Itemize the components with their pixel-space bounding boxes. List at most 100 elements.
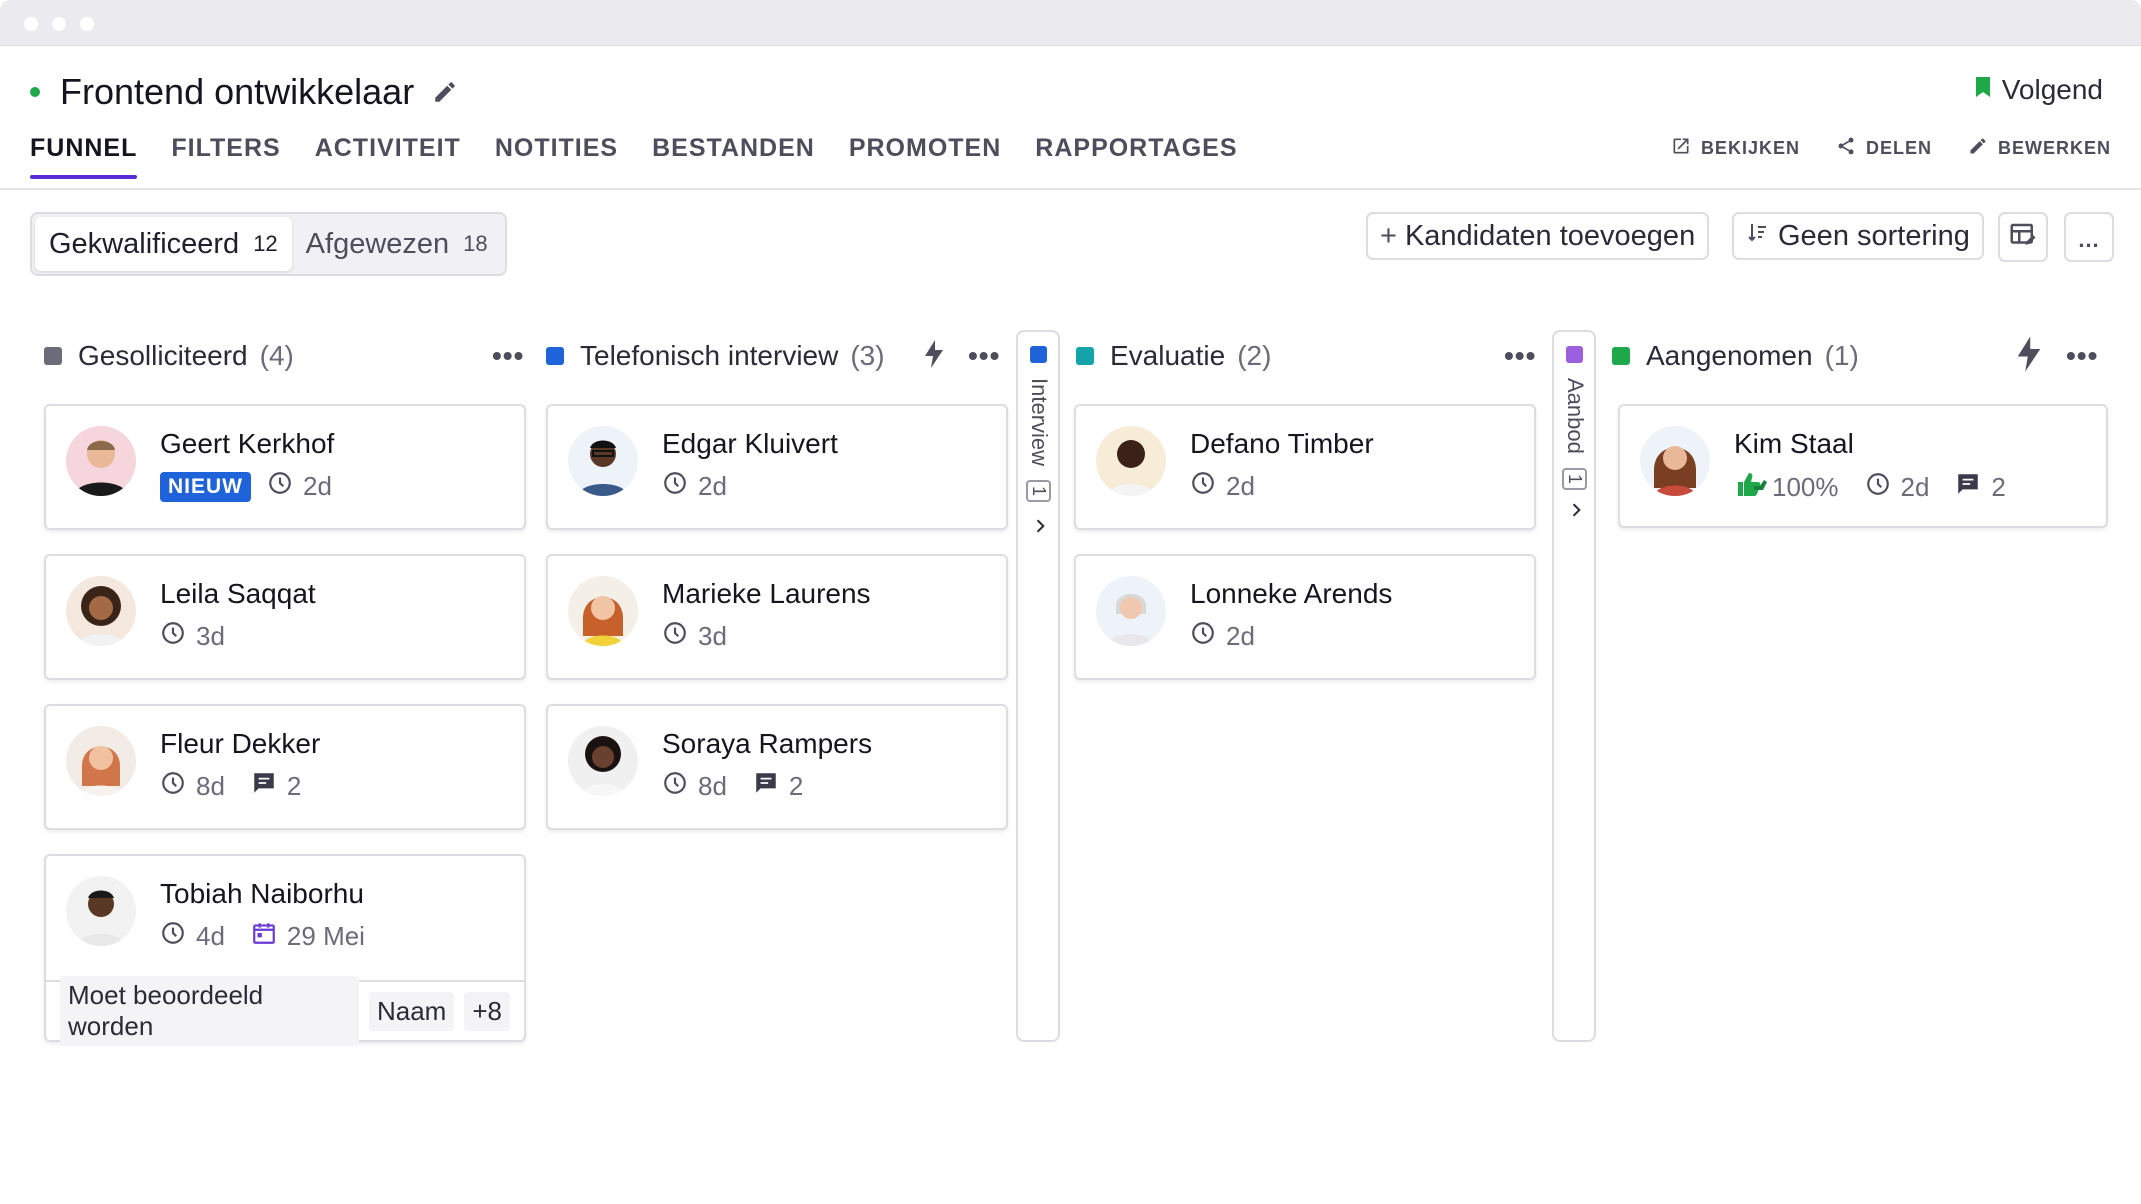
window-titlebar xyxy=(0,0,2141,46)
tag[interactable]: Naam xyxy=(368,991,455,1031)
clock-icon xyxy=(160,620,186,653)
segment-gekwalificeerd[interactable]: Gekwalificeerd 12 xyxy=(35,217,292,271)
comment-icon xyxy=(753,770,779,803)
column-color-square xyxy=(1612,347,1630,365)
chevron-right-icon[interactable] xyxy=(1030,516,1050,536)
column-color-square xyxy=(1566,346,1583,363)
comment-icon xyxy=(251,770,277,803)
tag[interactable]: Moet beoordeeld worden xyxy=(60,976,359,1046)
more-options-button[interactable]: ... xyxy=(2064,212,2114,262)
collapsed-column-label: Interview 1 xyxy=(1026,378,1052,503)
tab-funnel[interactable]: FUNNEL xyxy=(30,134,138,179)
candidate-card[interactable]: Geert Kerkhof NIEUW 2d xyxy=(44,404,526,530)
segment-label: Afgewezen xyxy=(305,227,450,260)
column-more-icon[interactable]: ••• xyxy=(1504,342,1536,370)
window-maximize-dot[interactable] xyxy=(80,17,94,31)
candidate-card[interactable]: Lonneke Arends 2d xyxy=(1074,554,1536,680)
column-count: (4) xyxy=(259,340,294,371)
column-count: 1 xyxy=(1026,480,1051,503)
tab-filters[interactable]: FILTERS xyxy=(171,134,280,179)
column-more-icon[interactable]: ••• xyxy=(492,342,524,370)
tab-notities[interactable]: NOTITIES xyxy=(495,134,618,179)
candidate-meta: 8d 2 xyxy=(662,770,819,803)
segment-afgewezen[interactable]: Afgewezen 18 xyxy=(292,217,502,271)
follow-label: Volgend xyxy=(2001,74,2103,105)
time-in-stage: 2d xyxy=(1226,471,1255,501)
edit-title-icon[interactable] xyxy=(432,79,458,105)
column-more-icon[interactable]: ••• xyxy=(968,342,1000,370)
column-header-aangenomen: Aangenomen (1) xyxy=(1612,336,1859,376)
tab-activiteit[interactable]: ACTIVITEIT xyxy=(315,134,461,179)
candidate-name: Edgar Kluivert xyxy=(662,428,838,459)
time-in-stage: 2d xyxy=(1226,621,1255,651)
tab-bestanden[interactable]: BESTANDEN xyxy=(652,134,815,179)
plus-icon: + xyxy=(1380,219,1397,252)
column-count: (2) xyxy=(1237,340,1272,371)
candidate-card[interactable]: Fleur Dekker 8d 2 xyxy=(44,704,526,830)
column-name: Interview xyxy=(1027,378,1052,467)
candidate-name: Geert Kerkhof xyxy=(160,428,335,459)
bookmark-icon xyxy=(1974,74,1992,106)
window-minimize-dot[interactable] xyxy=(52,17,66,31)
column-name: Evaluatie xyxy=(1110,340,1226,371)
page-header: Frontend ontwikkelaar xyxy=(30,70,458,114)
candidate-meta: 2d xyxy=(1190,620,1271,653)
tab-promoten[interactable]: PROMOTEN xyxy=(849,134,1001,179)
interview-date: 29 Mei xyxy=(286,921,365,951)
column-more-icon[interactable]: ••• xyxy=(2066,342,2098,370)
candidate-card[interactable]: Soraya Rampers 8d 2 xyxy=(546,704,1008,830)
segment-count: 18 xyxy=(463,231,488,256)
column-count: (1) xyxy=(1824,340,1859,371)
edit-button[interactable]: BEWERKEN xyxy=(1968,136,2111,161)
candidate-name: Defano Timber xyxy=(1190,428,1374,459)
column-color-square xyxy=(546,347,564,365)
column-name: Aangenomen xyxy=(1646,340,1813,371)
avatar xyxy=(66,876,136,946)
avatar xyxy=(568,576,638,646)
clock-icon xyxy=(267,470,293,503)
lightning-icon[interactable] xyxy=(2014,335,2044,378)
clock-icon xyxy=(662,770,688,803)
collapsed-column-label: Aanbod 1 xyxy=(1562,378,1588,490)
candidate-meta: 3d xyxy=(662,620,743,653)
tag-row: Moet beoordeeld worden Naam +8 xyxy=(46,976,524,1046)
column-name: Aanbod xyxy=(1563,378,1588,454)
candidate-card[interactable]: Defano Timber 2d xyxy=(1074,404,1536,530)
candidate-meta: 2d xyxy=(1190,470,1271,503)
clock-icon xyxy=(1190,470,1216,503)
window-close-dot[interactable] xyxy=(24,17,38,31)
add-candidates-button[interactable]: + Kandidaten toevoegen xyxy=(1366,212,1710,260)
time-in-stage: 4d xyxy=(196,921,225,951)
candidate-card[interactable]: Tobiah Naiborhu 4d 29 Mei Moet beoordeel… xyxy=(44,854,526,1046)
candidate-card[interactable]: Leila Saqqat 3d xyxy=(44,554,526,680)
tab-rapportages[interactable]: RAPPORTAGES xyxy=(1035,134,1237,179)
edit-label: BEWERKEN xyxy=(1997,138,2111,158)
column-header-gesolliciteerd: Gesolliciteerd (4) xyxy=(44,336,294,376)
candidate-card[interactable]: Kim Staal 100% 2d 2 xyxy=(1618,404,2108,528)
table-view-button[interactable] xyxy=(1998,212,2048,262)
candidate-card[interactable]: Edgar Kluivert 2d xyxy=(546,404,1008,530)
candidate-meta: 4d 29 Mei xyxy=(160,920,381,953)
candidate-card[interactable]: Marieke Laurens 3d xyxy=(546,554,1008,680)
candidate-name: Kim Staal xyxy=(1734,428,1854,459)
time-in-stage: 8d xyxy=(698,771,727,801)
status-dot xyxy=(30,87,40,97)
share-icon xyxy=(1836,136,1856,161)
view-button[interactable]: BEKIJKEN xyxy=(1671,136,1800,161)
collapsed-column-interview[interactable]: Interview 1 xyxy=(1016,330,1060,1042)
candidate-name: Lonneke Arends xyxy=(1190,578,1393,609)
view-label: BEKIJKEN xyxy=(1700,138,1800,158)
column-header-evaluatie: Evaluatie (2) xyxy=(1076,336,1271,376)
column-tools: ••• xyxy=(1504,336,1536,376)
lightning-icon[interactable] xyxy=(922,339,946,374)
chevron-right-icon[interactable] xyxy=(1566,500,1586,520)
share-button[interactable]: DELEN xyxy=(1836,136,1932,161)
segment-label: Gekwalificeerd xyxy=(49,227,240,260)
follow-button[interactable]: Volgend xyxy=(1974,74,2103,106)
sorting-button[interactable]: Geen sortering xyxy=(1732,212,1984,260)
tab-bar: FUNNEL FILTERS ACTIVITEIT NOTITIES BESTA… xyxy=(30,134,1238,179)
collapsed-column-aanbod[interactable]: Aanbod 1 xyxy=(1552,330,1596,1042)
time-in-stage: 2d xyxy=(1900,472,1930,502)
tag-overflow[interactable]: +8 xyxy=(464,991,510,1031)
time-in-stage: 2d xyxy=(303,471,332,501)
